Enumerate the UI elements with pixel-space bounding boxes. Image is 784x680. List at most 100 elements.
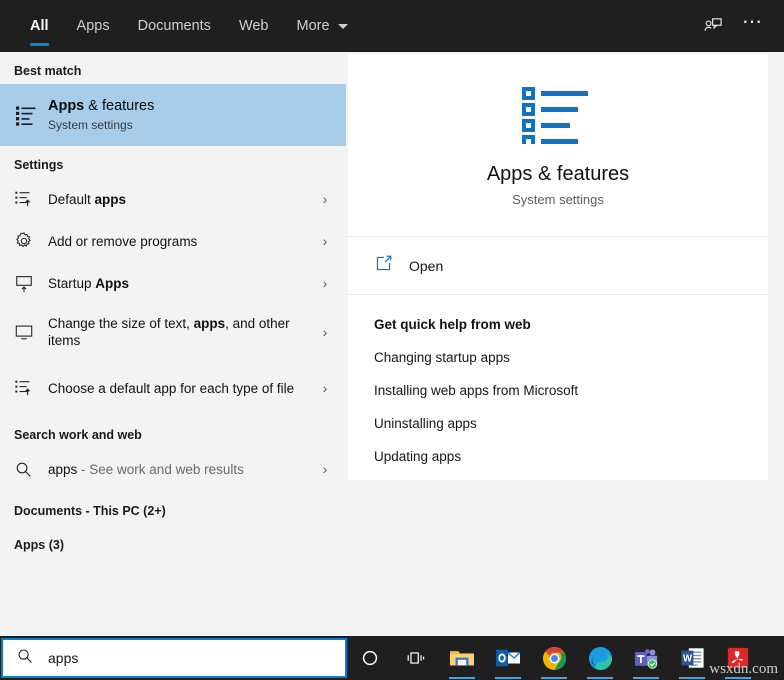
best-match-result-apps-and-features[interactable]: Apps & features System settings xyxy=(0,84,346,146)
preview-pane: Apps & features System settings Open Get… xyxy=(346,52,784,636)
chevron-right-icon: › xyxy=(314,461,336,477)
preview-card: Apps & features System settings Open Get… xyxy=(348,54,768,480)
person-feedback-icon[interactable] xyxy=(696,9,730,43)
teams-icon[interactable] xyxy=(623,636,669,680)
web-search-label: apps - See work and web results xyxy=(40,461,314,478)
web-search-suffix: - See work and web results xyxy=(77,462,244,477)
chevron-right-icon: › xyxy=(314,324,336,340)
outlook-icon[interactable] xyxy=(485,636,531,680)
settings-item-label: Default apps xyxy=(40,191,314,208)
taskbar: apps xyxy=(0,636,784,680)
settings-label-pre: Change the size of text, xyxy=(48,316,194,331)
settings-item-label: Change the size of text, apps, and other… xyxy=(40,315,314,349)
settings-label-pre: Startup xyxy=(48,276,95,291)
quick-help-link[interactable]: Uninstalling apps xyxy=(374,416,768,431)
taskbar-running-indicator xyxy=(495,677,521,679)
settings-item-label: Startup Apps xyxy=(40,275,314,292)
tab-all[interactable]: All xyxy=(16,0,63,52)
settings-label-bold: apps xyxy=(194,316,226,331)
settings-item-startup-apps[interactable]: Startup Apps › xyxy=(0,262,346,304)
chevron-right-icon: › xyxy=(314,275,336,291)
display-icon xyxy=(14,322,40,342)
settings-label-bold: apps xyxy=(95,192,127,207)
taskbar-running-indicator xyxy=(541,677,567,679)
best-match-subtitle: System settings xyxy=(48,117,336,133)
preview-title: Apps & features xyxy=(487,163,629,186)
preview-subtitle: System settings xyxy=(512,192,604,207)
settings-item-choose-default-app-per-filetype[interactable]: Choose a default app for each type of fi… xyxy=(0,360,346,416)
taskbar-running-indicator xyxy=(679,677,705,679)
quick-help-section: Get quick help from web Changing startup… xyxy=(348,295,768,480)
chrome-icon[interactable] xyxy=(531,636,577,680)
settings-heading: Settings xyxy=(0,146,346,178)
chevron-right-icon: › xyxy=(314,191,336,207)
chevron-right-icon: › xyxy=(314,380,336,396)
gear-icon xyxy=(14,231,40,251)
ellipsis-icon[interactable]: ⋯ xyxy=(736,9,770,43)
header-actions: ⋯ xyxy=(696,9,770,43)
tab-more[interactable]: More xyxy=(283,0,362,52)
tab-documents-label: Documents xyxy=(138,18,211,34)
taskbar-running-indicator xyxy=(633,677,659,679)
taskbar-running-indicator xyxy=(587,677,613,679)
tab-apps[interactable]: Apps xyxy=(63,0,124,52)
web-search-result-apps[interactable]: apps - See work and web results › xyxy=(0,448,346,490)
startup-apps-icon xyxy=(14,273,40,293)
file-explorer-icon[interactable] xyxy=(439,636,485,680)
tab-more-label: More xyxy=(297,18,330,34)
search-results-area: Best match Apps & features xyxy=(0,52,784,636)
quick-help-heading: Get quick help from web xyxy=(374,317,768,332)
settings-item-change-text-size[interactable]: Change the size of text, apps, and other… xyxy=(0,304,346,360)
taskbar-running-indicator xyxy=(449,677,475,679)
apps-list-large-icon xyxy=(522,84,594,149)
settings-item-label: Choose a default app for each type of fi… xyxy=(40,380,314,397)
settings-item-add-or-remove-programs[interactable]: Add or remove programs › xyxy=(0,220,346,262)
results-list-pane: Best match Apps & features xyxy=(0,52,346,636)
quick-help-link[interactable]: Installing web apps from Microsoft xyxy=(374,383,768,398)
tab-all-label: All xyxy=(30,18,49,34)
search-work-web-heading: Search work and web xyxy=(0,416,346,448)
documents-group-heading: Documents - This PC (2+) xyxy=(0,490,346,524)
word-icon[interactable]: W xyxy=(669,636,715,680)
task-view-icon[interactable] xyxy=(393,636,439,680)
search-filter-tabs: All Apps Documents Web More xyxy=(16,0,362,52)
open-button-label: Open xyxy=(409,258,443,274)
watermark: wsxdn.com xyxy=(709,661,778,678)
best-match-heading: Best match xyxy=(0,52,346,84)
svg-text:W: W xyxy=(682,653,692,664)
cortana-icon[interactable] xyxy=(347,636,393,680)
default-apps-icon xyxy=(14,378,40,398)
external-link-icon xyxy=(374,254,393,278)
settings-item-label: Add or remove programs xyxy=(40,233,314,250)
best-match-title-bold: Apps xyxy=(48,98,84,114)
settings-label-pre: Choose a default app for each type of fi… xyxy=(48,381,294,396)
chevron-down-icon xyxy=(338,24,348,29)
search-input[interactable]: apps xyxy=(1,638,347,678)
settings-label-pre: Add or remove programs xyxy=(48,234,197,249)
chevron-right-icon: › xyxy=(314,233,336,249)
best-match-text: Apps & features System settings xyxy=(40,97,336,133)
quick-help-link[interactable]: Changing startup apps xyxy=(374,350,768,365)
best-match-title: Apps & features xyxy=(48,97,336,116)
quick-help-link[interactable]: Updating apps xyxy=(374,449,768,464)
search-icon xyxy=(14,460,40,479)
search-input-value: apps xyxy=(48,650,78,666)
search-header-bar: All Apps Documents Web More xyxy=(0,0,784,52)
settings-label-pre: Default xyxy=(48,192,95,207)
edge-icon[interactable] xyxy=(577,636,623,680)
tab-documents[interactable]: Documents xyxy=(124,0,225,52)
tab-apps-label: Apps xyxy=(77,18,110,34)
tab-active-underline xyxy=(30,43,49,46)
tab-web-label: Web xyxy=(239,18,269,34)
apps-list-icon xyxy=(14,103,40,127)
tab-web[interactable]: Web xyxy=(225,0,283,52)
settings-item-default-apps[interactable]: Default apps › xyxy=(0,178,346,220)
default-apps-icon xyxy=(14,189,40,209)
apps-group-heading: Apps (3) xyxy=(0,524,346,558)
settings-label-bold: Apps xyxy=(95,276,129,291)
open-button[interactable]: Open xyxy=(348,237,768,295)
search-icon xyxy=(16,647,34,670)
preview-hero: Apps & features System settings xyxy=(348,54,768,237)
web-search-query: apps xyxy=(48,462,77,477)
best-match-title-rest: & features xyxy=(84,98,154,114)
